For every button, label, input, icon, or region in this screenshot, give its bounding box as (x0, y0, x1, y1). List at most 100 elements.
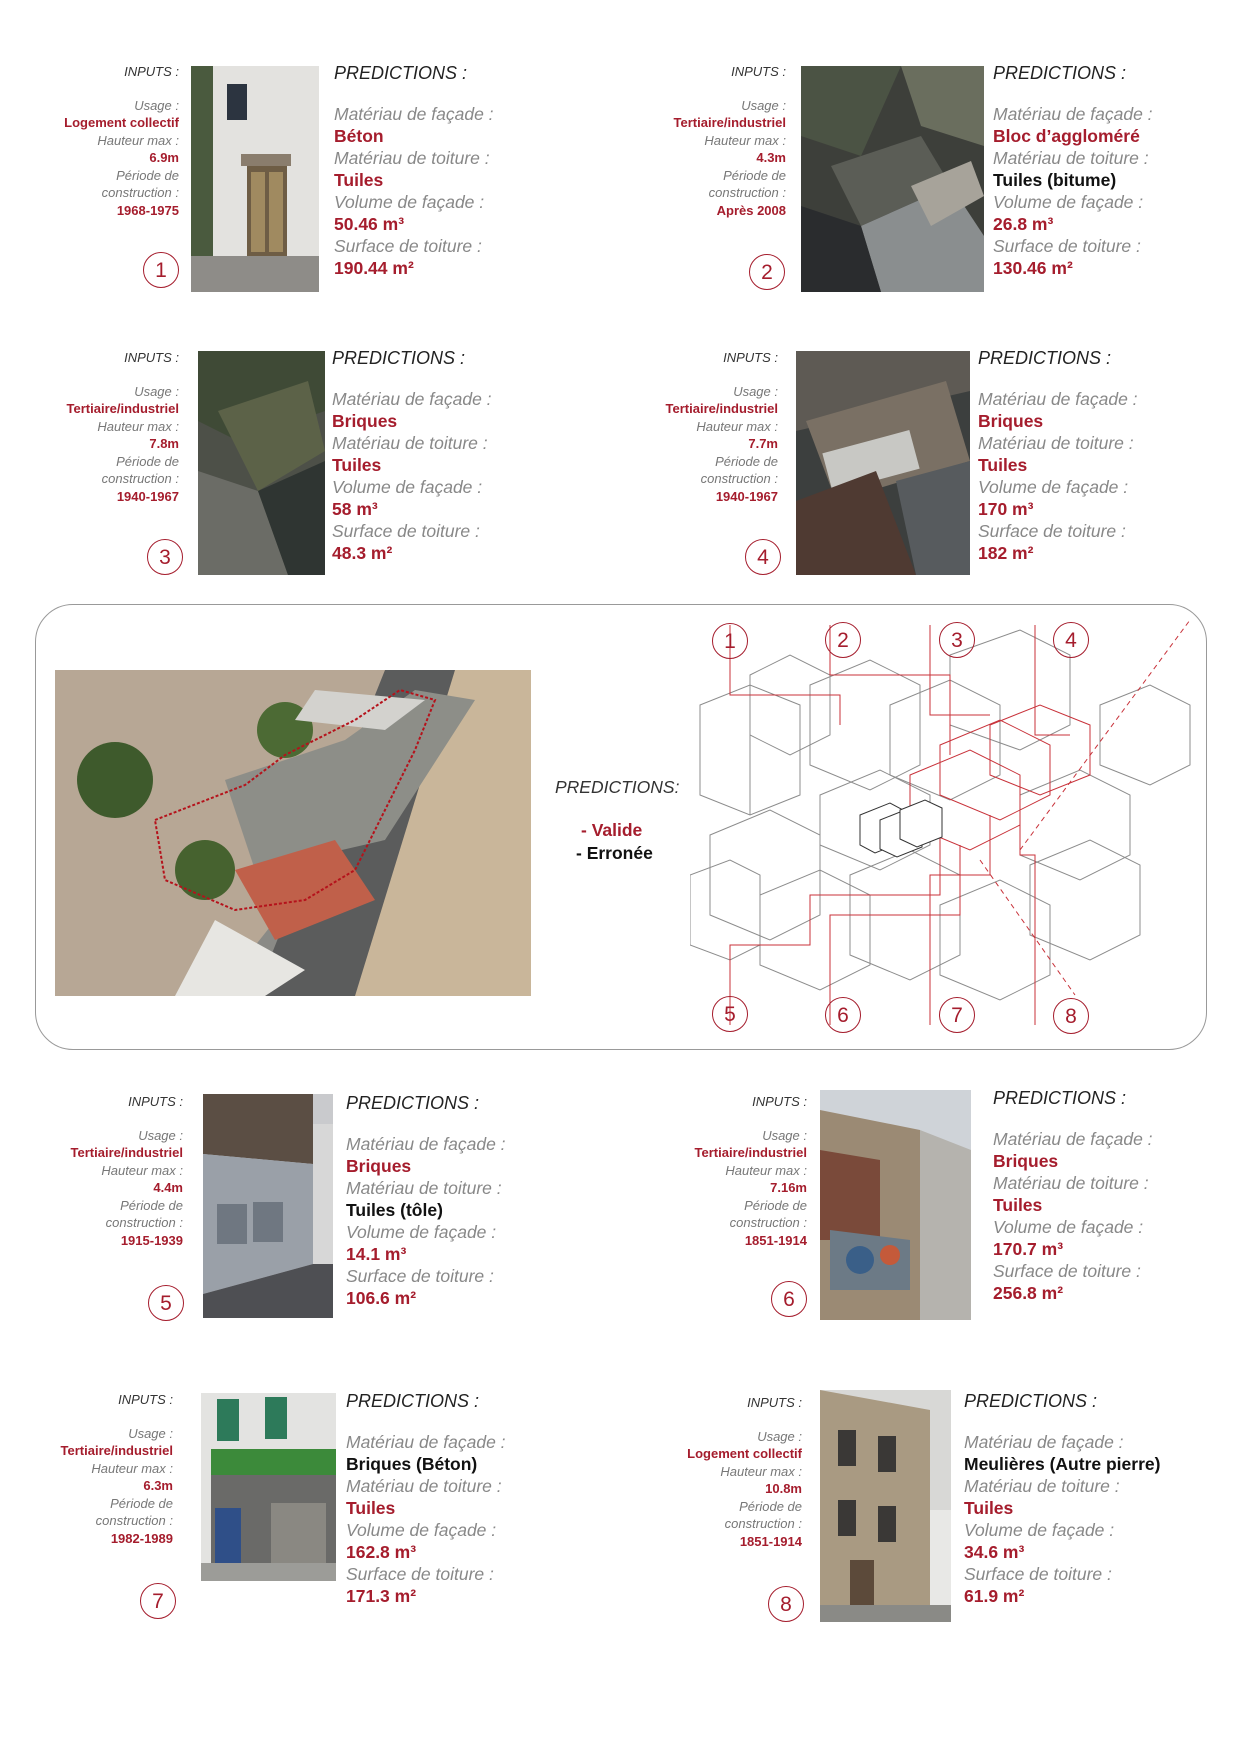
period-value: 1940-1967 (116, 488, 179, 504)
surface-value: 190.44 m² (334, 258, 414, 278)
period-value: 1851-1914 (744, 1232, 807, 1248)
usage-label: Usage : (134, 97, 179, 113)
roof-label: Matériau de toiture : (964, 1476, 1120, 1496)
usage-value: Tertiaire/industriel (70, 1145, 183, 1160)
inputs-title: INPUTS : (723, 350, 778, 365)
legend-valid: - Valide (581, 820, 643, 840)
predictions-title: PREDICTIONS : (346, 1391, 480, 1411)
inputs-title: INPUTS : (128, 1094, 183, 1109)
diagram-number-4: 4 (1053, 622, 1089, 658)
diagram-number-3: 3 (939, 622, 975, 658)
card-1-street-photo (191, 66, 319, 292)
card-5-number-badge: 5 (148, 1285, 184, 1321)
diagram-number-1: 1 (712, 623, 748, 659)
period-label: Période de (715, 453, 778, 469)
height-label: Hauteur max : (97, 418, 179, 434)
usage-value: Tertiaire/industriel (694, 1145, 807, 1160)
card-8-predictions: PREDICTIONS : Matériau de façade : Meuli… (964, 1390, 1236, 1607)
surface-value: 61.9 m² (964, 1586, 1025, 1606)
volume-value: 170 m³ (978, 499, 1034, 519)
card-6-inputs: INPUTS : Usage : Tertiaire/industriel Ha… (667, 1093, 807, 1249)
usage-value: Logement collectif (687, 1446, 802, 1461)
card-6-number-badge: 6 (771, 1281, 807, 1317)
volume-value: 34.6 m³ (964, 1542, 1025, 1562)
usage-label: Usage : (741, 97, 786, 113)
diagram-number-8: 8 (1053, 998, 1089, 1034)
predictions-title: PREDICTIONS : (993, 63, 1127, 83)
predictions-title: PREDICTIONS : (993, 1088, 1127, 1108)
volume-value: 50.46 m³ (334, 214, 405, 234)
roof-value: Tuiles (964, 1498, 1014, 1518)
facade-value: Briques (346, 1156, 412, 1176)
card-2-number-badge: 2 (749, 254, 785, 290)
diagram-number-7: 7 (939, 997, 975, 1033)
card-8-inputs: INPUTS : Usage : Logement collectif Haut… (662, 1394, 802, 1550)
card-3-aerial-photo (198, 351, 325, 575)
card-7-street-photo (201, 1393, 336, 1581)
volume-label: Volume de façade : (334, 192, 485, 212)
usage-label: Usage : (757, 1428, 802, 1444)
period-label-2: construction : (101, 471, 179, 486)
card-6-street-photo (820, 1090, 971, 1320)
facade-label: Matériau de façade : (346, 1134, 506, 1154)
roof-value: Tuiles (993, 1195, 1043, 1215)
facade-value: Briques (993, 1151, 1059, 1171)
usage-label: Usage : (733, 383, 778, 399)
period-label: Période de (110, 1495, 173, 1511)
height-value: 7.7m (748, 436, 778, 451)
period-value: 1982-1989 (110, 1530, 173, 1546)
volume-value: 26.8 m³ (993, 214, 1054, 234)
card-4-aerial-photo (796, 351, 970, 575)
height-value: 7.8m (149, 436, 179, 451)
usage-label: Usage : (762, 1127, 807, 1143)
facade-label: Matériau de façade : (993, 104, 1153, 124)
card-5-predictions: PREDICTIONS : Matériau de façade : Briqu… (346, 1092, 606, 1309)
usage-label: Usage : (134, 383, 179, 399)
roof-label: Matériau de toiture : (993, 148, 1149, 168)
usage-value: Tertiaire/industriel (66, 401, 179, 416)
card-1-inputs: INPUTS : Usage : Logement collectif Haut… (40, 63, 179, 219)
period-label-2: construction : (724, 1516, 802, 1531)
aerial-3d-photo (55, 670, 531, 996)
card-6-predictions: PREDICTIONS : Matériau de façade : Briqu… (993, 1087, 1233, 1304)
card-8-street-photo (820, 1390, 951, 1622)
inputs-title: INPUTS : (124, 350, 179, 365)
card-4-predictions: PREDICTIONS : Matériau de façade : Briqu… (978, 347, 1228, 564)
period-label-2: construction : (708, 185, 786, 200)
card-7-inputs: INPUTS : Usage : Tertiaire/industriel Ha… (32, 1391, 173, 1547)
facade-value: Briques (978, 411, 1044, 431)
period-label: Période de (744, 1197, 807, 1213)
roof-label: Matériau de toiture : (346, 1178, 502, 1198)
volume-label: Volume de façade : (332, 477, 483, 497)
volume-label: Volume de façade : (978, 477, 1129, 497)
roof-label: Matériau de toiture : (332, 433, 488, 453)
volume-value: 14.1 m³ (346, 1244, 407, 1264)
inputs-title: INPUTS : (747, 1395, 802, 1410)
facade-label: Matériau de façade : (978, 389, 1138, 409)
volume-value: 162.8 m³ (346, 1542, 417, 1562)
height-value: 7.16m (770, 1180, 807, 1195)
facade-label: Matériau de façade : (334, 104, 494, 124)
height-value: 6.3m (143, 1478, 173, 1493)
period-label: Période de (120, 1197, 183, 1213)
inputs-title: INPUTS : (731, 64, 786, 79)
facade-label: Matériau de façade : (346, 1432, 506, 1452)
card-2-predictions: PREDICTIONS : Matériau de façade : Bloc … (993, 62, 1233, 279)
facade-value: Briques (332, 411, 398, 431)
card-3-inputs: INPUTS : Usage : Tertiaire/industriel Ha… (40, 349, 179, 505)
usage-value: Tertiaire/industriel (673, 115, 786, 130)
card-7-number-badge: 7 (140, 1583, 176, 1619)
usage-label: Usage : (138, 1127, 183, 1143)
period-label-2: construction : (105, 1215, 183, 1230)
card-5-street-photo (203, 1094, 333, 1318)
card-7-predictions: PREDICTIONS : Matériau de façade : Briqu… (346, 1390, 606, 1607)
period-label-2: construction : (101, 185, 179, 200)
diagram-number-6: 6 (825, 997, 861, 1033)
card-4-inputs: INPUTS : Usage : Tertiaire/industriel Ha… (638, 349, 778, 505)
roof-value: Tuiles (346, 1498, 396, 1518)
height-value: 6.9m (149, 150, 179, 165)
facade-label: Matériau de façade : (964, 1432, 1124, 1452)
surface-value: 106.6 m² (346, 1288, 417, 1308)
height-value: 4.4m (153, 1180, 183, 1195)
usage-value: Tertiaire/industriel (60, 1443, 173, 1458)
